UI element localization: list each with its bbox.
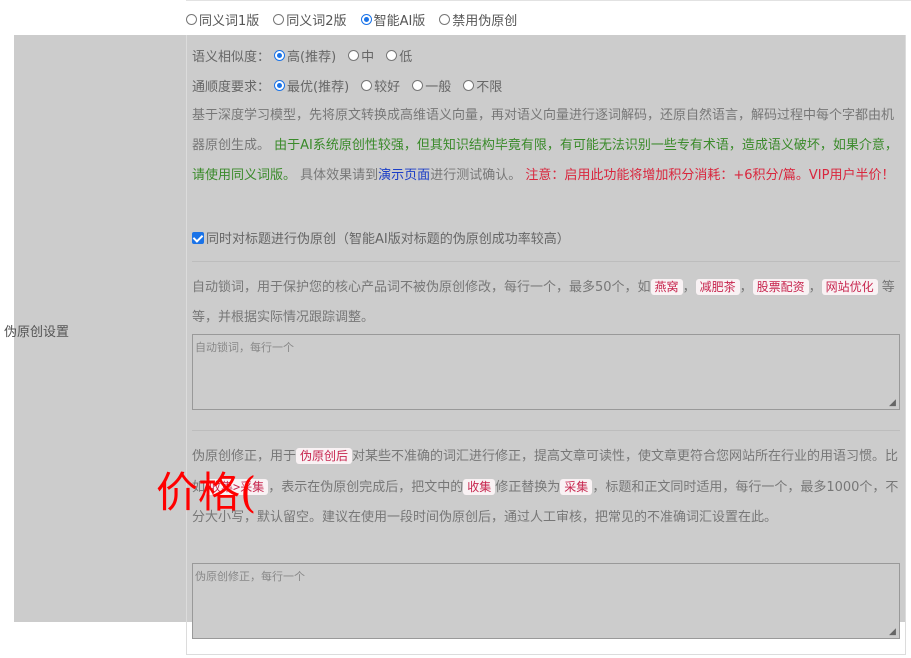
correction-textarea[interactable]: 伪原创修正，每行一个 ◢ xyxy=(192,563,900,639)
correction-description: 伪原创修正，用于 伪原创后 对某些不准确的词汇进行修正，提高文章可读性，使文章更符合… xyxy=(192,441,900,533)
radio-label: 高(推荐) xyxy=(287,50,337,65)
radio-circle-icon[interactable] xyxy=(463,80,475,91)
radio-circle-icon[interactable] xyxy=(412,80,424,91)
section-divider xyxy=(192,430,900,431)
radio-fluency-good[interactable]: 较好 xyxy=(361,76,400,95)
lock-words-description: 自动锁词，用于保护您的核心产品词不被伪原创修改，每行一个，最多50个，如 燕窝，减… xyxy=(192,272,900,333)
checkbox-checked-icon[interactable] xyxy=(192,231,204,244)
radio-selected-icon[interactable] xyxy=(274,50,286,61)
description-text: ，表示在伪原创完成后，把文中的 xyxy=(268,480,464,495)
example-keyword: 减肥茶 xyxy=(695,279,740,295)
radio-label: 同义词1版 xyxy=(199,13,260,29)
description-text: 自动锁词，用于保护您的核心产品词不被伪原创修改，每行一个，最多50个，如 xyxy=(192,280,651,295)
radio-label: 低 xyxy=(399,50,413,65)
radio-circle-icon[interactable] xyxy=(348,50,360,61)
radio-circle-icon[interactable] xyxy=(439,13,451,25)
description-text: 修正替换为 xyxy=(495,480,561,495)
radio-fluency-any[interactable]: 不限 xyxy=(463,76,502,95)
separator: ， xyxy=(808,280,822,295)
radio-disable[interactable]: 禁用伪原创 xyxy=(439,10,517,29)
title-rewrite-checkbox-row[interactable]: 同时对标题进行伪原创（智能AI版对标题的伪原创成功率较高） xyxy=(192,228,570,247)
resize-grip-icon[interactable]: ◢ xyxy=(889,399,897,408)
separator: ， xyxy=(682,280,696,295)
version-selector: 同义词1版 同义词2版 智能AI版 禁用伪原创 xyxy=(186,8,531,30)
top-divider xyxy=(186,0,911,1)
radio-synonym-v1[interactable]: 同义词1版 xyxy=(186,10,259,29)
similarity-row: 语义相似度： 高(推荐) 中 低 xyxy=(192,46,424,65)
radio-label: 中 xyxy=(361,50,375,65)
radio-label: 最优(推荐) xyxy=(287,80,350,95)
radio-label: 不限 xyxy=(476,80,503,95)
demo-page-link[interactable]: 演示页面 xyxy=(378,168,430,183)
description-text: 伪原创修正，用于 xyxy=(192,449,297,464)
fluency-label: 通顺度要求： xyxy=(192,80,271,95)
radio-circle-icon[interactable] xyxy=(186,13,197,25)
inline-code: 伪原创后 xyxy=(296,448,353,464)
radio-fluency-best[interactable]: 最优(推荐) xyxy=(274,76,349,95)
inline-code: 收集 xyxy=(463,479,496,495)
radio-circle-icon[interactable] xyxy=(386,50,398,61)
radio-label: 智能AI版 xyxy=(373,13,426,29)
radio-ai-version[interactable]: 智能AI版 xyxy=(360,10,426,29)
example-keyword: 网站优化 xyxy=(821,279,878,295)
lock-words-textarea[interactable]: 自动锁词，每行一个 ◢ xyxy=(192,334,900,410)
textarea-placeholder: 伪原创修正，每行一个 xyxy=(195,570,305,583)
fluency-row: 通顺度要求： 最优(推荐) 较好 一般 不限 xyxy=(192,76,514,95)
radio-label: 禁用伪原创 xyxy=(452,13,518,29)
description-text: 进行测试确认。 xyxy=(430,168,522,183)
radio-synonym-v2[interactable]: 同义词2版 xyxy=(273,10,347,29)
description-text: 具体效果请到 xyxy=(300,168,379,183)
radio-fluency-normal[interactable]: 一般 xyxy=(412,76,451,95)
ai-description: 基于深度学习模型，先将原文转换成高维语义向量，再对语义向量进行逐词解码，还原自然… xyxy=(192,101,900,191)
inline-code: 采集 xyxy=(560,479,593,495)
radio-label: 一般 xyxy=(425,80,452,95)
radio-similarity-mid[interactable]: 中 xyxy=(348,46,374,65)
example-keyword: 燕窝 xyxy=(650,279,683,295)
radio-label: 同义词2版 xyxy=(286,13,347,29)
checkbox-label: 同时对标题进行伪原创（智能AI版对标题的伪原创成功率较高） xyxy=(206,232,570,247)
radio-circle-icon[interactable] xyxy=(361,80,373,91)
description-notice-red: 注意：启用此功能将增加积分消耗：+6积分/篇。VIP用户半价！ xyxy=(525,168,895,183)
radio-similarity-low[interactable]: 低 xyxy=(386,46,412,65)
side-label: 伪原创设置 xyxy=(4,325,70,340)
textarea-placeholder: 自动锁词，每行一个 xyxy=(195,341,294,354)
radio-selected-icon[interactable] xyxy=(360,13,372,25)
radio-similarity-high[interactable]: 高(推荐) xyxy=(274,46,336,65)
example-keyword: 股票配资 xyxy=(752,279,809,295)
radio-label: 较好 xyxy=(374,80,401,95)
section-divider xyxy=(192,261,900,262)
overlay-watermark-text: 价格( xyxy=(156,468,257,517)
radio-circle-icon[interactable] xyxy=(273,13,285,25)
similarity-label: 语义相似度： xyxy=(192,50,271,65)
radio-selected-icon[interactable] xyxy=(274,80,286,91)
separator: ， xyxy=(739,280,753,295)
resize-grip-icon[interactable]: ◢ xyxy=(889,628,897,637)
